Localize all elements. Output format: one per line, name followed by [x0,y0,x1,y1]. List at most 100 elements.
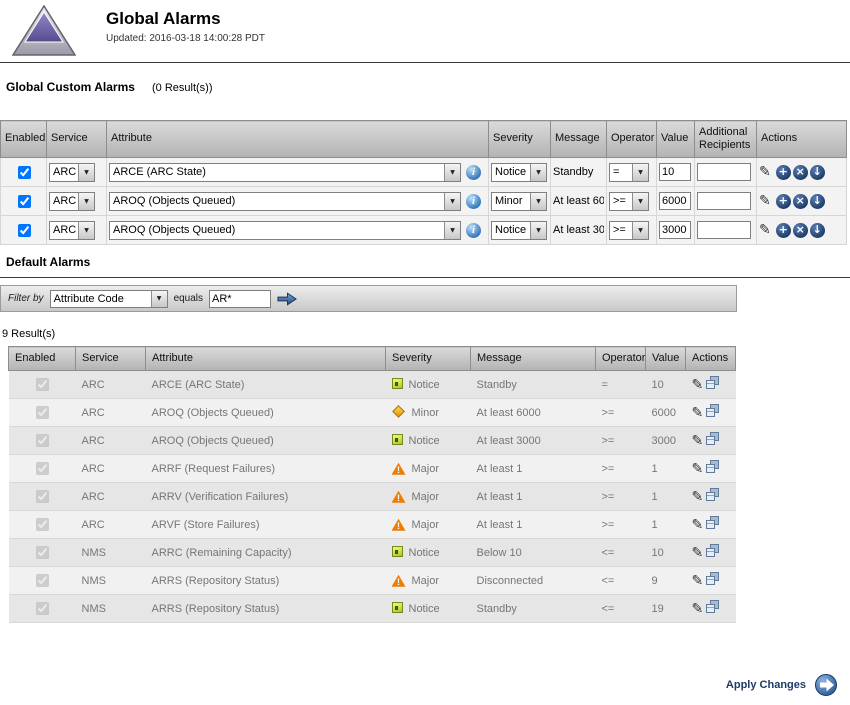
page-title: Global Alarms [106,9,265,29]
operator-select[interactable]: >=▼ [609,192,649,211]
add-icon[interactable]: + [776,165,791,180]
operator-select[interactable]: >=▼ [609,221,649,240]
copy-icon-front [706,492,715,501]
severity-icon [392,491,406,503]
severity-label: Major [412,575,440,587]
attribute-select[interactable]: ARCE (ARC State)▼ [109,163,461,182]
attribute-select[interactable]: AROQ (Objects Queued)▼ [109,192,461,211]
custom-alarm-row: ARC▼ ARCE (ARC State)▼i Notice▼ Standby … [1,158,847,187]
edit-icon[interactable]: ✎ [759,164,771,180]
copy-icon[interactable] [706,376,721,390]
add-icon[interactable]: + [776,223,791,238]
severity-label: Notice [409,435,440,447]
service-select[interactable]: ARC▼ [49,163,95,182]
default-alarm-row: ARC ARVF (Store Failures) Major At least… [9,511,736,539]
attribute-select-value: AROQ (Objects Queued) [110,224,444,236]
edit-icon[interactable]: ✎ [692,377,704,393]
enabled-checkbox[interactable] [18,166,31,179]
col-severity: Severity [386,347,471,371]
edit-icon[interactable]: ✎ [692,461,704,477]
info-icon[interactable]: i [466,223,481,238]
value-input[interactable] [659,221,691,239]
add-icon[interactable]: + [776,194,791,209]
move-down-icon[interactable]: ↓ [810,165,825,180]
severity-label: Major [412,519,440,531]
move-down-icon[interactable]: ↓ [810,194,825,209]
copy-icon[interactable] [706,572,721,586]
additional-recipients-input[interactable] [697,163,751,181]
remove-icon[interactable]: × [793,223,808,238]
service-cell: NMS [76,539,146,567]
edit-icon[interactable]: ✎ [692,405,704,421]
additional-recipients-input[interactable] [697,221,751,239]
col-additional-recipients: Additional Recipients [695,121,757,158]
filter-attribute-select[interactable]: Attribute Code▼ [50,290,168,308]
edit-icon[interactable]: ✎ [692,433,704,449]
copy-icon[interactable] [706,432,721,446]
attribute-cell: AROQ (Objects Queued) [146,427,386,455]
severity-select[interactable]: Minor▼ [491,192,547,211]
edit-icon[interactable]: ✎ [692,545,704,561]
operator-select[interactable]: =▼ [609,163,649,182]
dropdown-arrow-icon: ▼ [78,164,94,181]
attribute-cell: ARCE (ARC State) [146,371,386,399]
enabled-checkbox[interactable] [18,224,31,237]
service-cell: ARC [76,427,146,455]
remove-icon[interactable]: × [793,165,808,180]
edit-icon[interactable]: ✎ [759,222,771,238]
severity-select[interactable]: Notice▼ [491,221,547,240]
enabled-checkbox[interactable] [18,195,31,208]
value-input[interactable] [659,163,691,181]
message-text: At least 3000 [553,224,604,236]
edit-icon[interactable]: ✎ [759,193,771,209]
service-select-value: ARC [50,195,78,207]
col-enabled: Enabled [1,121,47,158]
copy-icon[interactable] [706,544,721,558]
filter-value-input[interactable] [209,290,271,308]
move-down-icon[interactable]: ↓ [810,223,825,238]
attribute-select[interactable]: AROQ (Objects Queued)▼ [109,221,461,240]
default-alarms-result-count: 9 Result(s) [2,328,850,340]
copy-icon[interactable] [706,600,721,614]
info-icon[interactable]: i [466,165,481,180]
filter-bar: Filter by Attribute Code▼ equals [0,285,737,312]
service-cell: ARC [76,511,146,539]
remove-icon[interactable]: × [793,194,808,209]
attribute-cell: ARRC (Remaining Capacity) [146,539,386,567]
dropdown-arrow-icon: ▼ [632,193,648,210]
updated-timestamp: Updated: 2016-03-18 14:00:28 PDT [106,33,265,44]
severity-select[interactable]: Notice▼ [491,163,547,182]
service-select[interactable]: ARC▼ [49,192,95,211]
col-value: Value [657,121,695,158]
copy-icon[interactable] [706,460,721,474]
dropdown-arrow-icon: ▼ [632,222,648,239]
edit-icon[interactable]: ✎ [692,601,704,617]
info-icon[interactable]: i [466,194,481,209]
operator-cell: >= [596,483,646,511]
apply-changes-button[interactable] [814,673,840,697]
severity-label: Minor [412,407,440,419]
custom-alarms-heading: Global Custom Alarms (0 Result(s)) [6,80,850,94]
filter-go-icon[interactable] [277,291,298,307]
edit-icon[interactable]: ✎ [692,573,704,589]
copy-icon[interactable] [706,488,721,502]
dropdown-arrow-icon: ▼ [444,222,460,239]
default-alarm-row: ARC AROQ (Objects Queued) Minor At least… [9,399,736,427]
filter-attribute-value: Attribute Code [51,293,151,305]
copy-icon[interactable] [706,516,721,530]
copy-icon[interactable] [706,404,721,418]
dropdown-arrow-icon: ▼ [78,193,94,210]
copy-icon-front [706,604,715,613]
edit-icon[interactable]: ✎ [692,517,704,533]
value-input[interactable] [659,192,691,210]
apply-changes-label: Apply Changes [726,679,806,691]
custom-alarms-result-count: (0 Result(s)) [152,82,213,94]
additional-recipients-input[interactable] [697,192,751,210]
attribute-select-value: ARCE (ARC State) [110,166,444,178]
enabled-checkbox-disabled [36,518,49,531]
value-cell: 1 [646,511,686,539]
service-cell: ARC [76,371,146,399]
col-service: Service [47,121,107,158]
service-select[interactable]: ARC▼ [49,221,95,240]
edit-icon[interactable]: ✎ [692,489,704,505]
